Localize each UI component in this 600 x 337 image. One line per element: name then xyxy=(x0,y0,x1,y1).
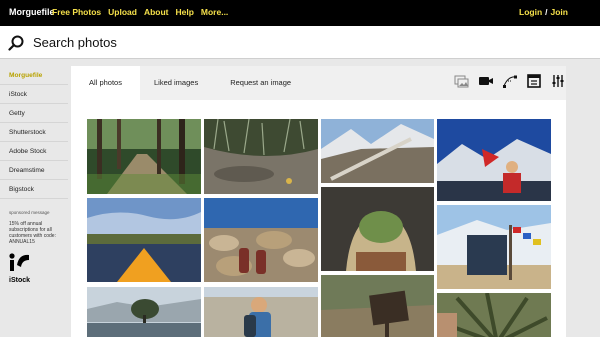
auth-separator: / xyxy=(545,7,548,17)
sidebar-item-dreamstime[interactable]: Dreamstime xyxy=(0,161,68,180)
tab-liked-images[interactable]: Liked images xyxy=(154,66,198,100)
photo-prayer-flags[interactable] xyxy=(437,205,551,289)
nav-links: Free Photos Upload About Help More... xyxy=(52,7,228,17)
sidebar-item-adobe-stock[interactable]: Adobe Stock xyxy=(0,142,68,161)
brand-logo[interactable]: Morguefile xyxy=(9,7,55,17)
photo-cave-arch[interactable] xyxy=(321,187,434,271)
search-input[interactable]: Search photos xyxy=(33,35,117,50)
calendar-icon[interactable] xyxy=(526,73,542,89)
istock-logo-icon[interactable] xyxy=(9,252,31,272)
sponsored-label: sponsored message xyxy=(9,210,50,215)
top-navigation: Morguefile Free Photos Upload About Help… xyxy=(0,0,600,26)
media-type-toolbar xyxy=(454,73,566,89)
tab-request-image[interactable]: Request an image xyxy=(230,66,291,100)
istock-label: iStock xyxy=(9,277,31,284)
photo-sign-bush[interactable] xyxy=(321,275,434,337)
sidebar-item-shutterstock[interactable]: Shutterstock xyxy=(0,123,68,142)
photo-forest-path[interactable] xyxy=(87,119,201,194)
video-camera-icon[interactable] xyxy=(478,73,494,89)
filter-sliders-icon[interactable] xyxy=(550,73,566,89)
nav-link-more[interactable]: More... xyxy=(201,7,228,17)
sidebar-item-morguefile[interactable]: Morguefile xyxy=(0,66,68,85)
sidebar-item-bigstock[interactable]: Bigstock xyxy=(0,180,68,199)
nav-link-free-photos[interactable]: Free Photos xyxy=(52,7,101,17)
vector-icon[interactable] xyxy=(502,73,518,89)
search-bar[interactable]: Search photos xyxy=(0,26,600,59)
sidebar-item-istock[interactable]: iStock xyxy=(0,85,68,104)
photo-tree-lake[interactable] xyxy=(87,287,201,337)
photo-flag-mountain[interactable] xyxy=(437,119,551,201)
photo-lake-kayak[interactable] xyxy=(87,198,201,282)
photo-mountain-road[interactable] xyxy=(321,119,434,183)
photo-grid-container xyxy=(71,100,566,337)
photo-palm-leaves[interactable] xyxy=(437,293,551,337)
nav-link-help[interactable]: Help xyxy=(175,7,193,17)
photo-grass-puddle[interactable] xyxy=(204,119,318,194)
nav-link-about[interactable]: About xyxy=(144,7,169,17)
photo-gallery-icon[interactable] xyxy=(454,73,470,89)
sidebar-item-getty[interactable]: Getty xyxy=(0,104,68,123)
tab-all-photos[interactable]: All photos xyxy=(71,66,140,100)
nav-link-upload[interactable]: Upload xyxy=(108,7,137,17)
search-icon[interactable] xyxy=(8,35,24,51)
photo-feet-rocks[interactable] xyxy=(204,198,318,282)
join-link[interactable]: Join xyxy=(551,7,568,17)
main-panel: All photos Liked images Request an image xyxy=(71,66,566,337)
sidebar: Morguefile iStock Getty Shutterstock Ado… xyxy=(0,66,68,284)
photo-tabs: All photos Liked images Request an image xyxy=(71,66,291,100)
auth-links: Login / Join xyxy=(519,7,568,17)
photo-child-backpack[interactable] xyxy=(204,287,318,337)
sponsored-offer-text[interactable]: 15% off annual subscriptions for all cus… xyxy=(9,221,69,245)
login-link[interactable]: Login xyxy=(519,7,542,17)
